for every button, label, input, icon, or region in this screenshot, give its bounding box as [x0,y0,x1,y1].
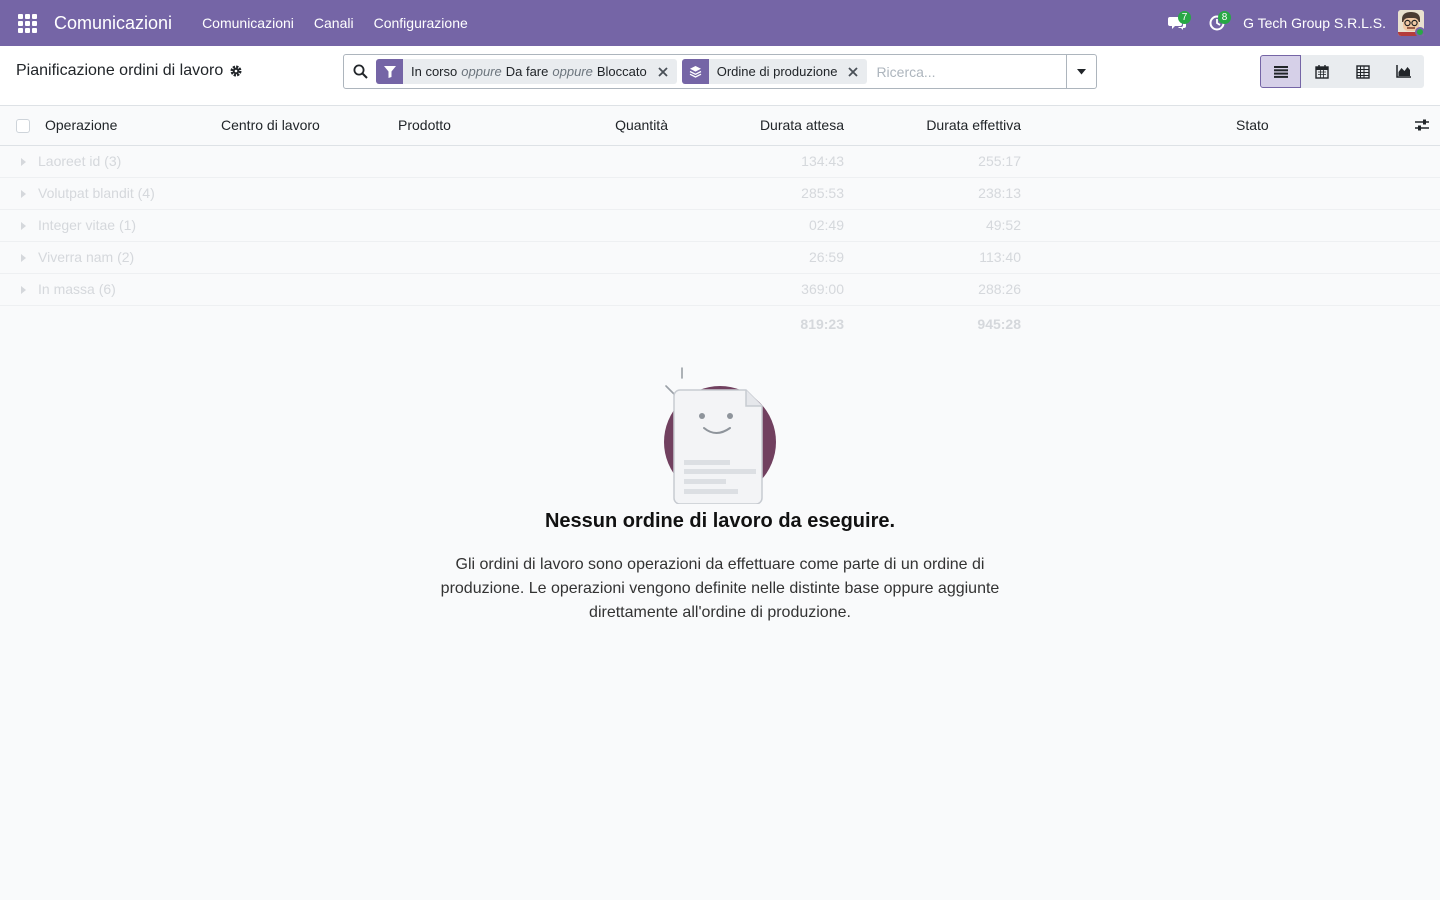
list-totals-row: 819:23 945:28 [0,306,1440,342]
search-input[interactable] [872,56,1066,87]
calendar-icon [1314,64,1329,79]
caret-right-icon [21,222,26,230]
filter-value: In corso [411,64,458,79]
messages-badge: 7 [1178,11,1192,24]
menu-item-configurazione[interactable]: Configurazione [364,15,478,31]
search-options-dropdown[interactable] [1066,55,1096,88]
apps-grid-icon [17,13,37,33]
control-panel: Pianificazione ordini di lavoro In corso… [0,46,1440,106]
menu-item-canali[interactable]: Canali [304,15,364,31]
column-centro-di-lavoro[interactable]: Centro di lavoro [221,117,320,133]
group-rows: Laoreet id (3) 134:43 255:17 Volutpat bl… [0,146,1440,306]
column-operazione[interactable]: Operazione [45,117,117,133]
page-title: Pianificazione ordini di lavoro [16,62,243,80]
online-status-icon [1415,27,1424,36]
graph-view-button[interactable] [1383,55,1424,88]
select-all-checkbox[interactable] [16,119,30,133]
filter-facet-values: In corso oppure Da fare oppure Bloccato [403,64,655,79]
empty-state-text: Gli ordini di lavoro sono operazioni da … [440,556,1000,621]
group-actual-duration: 49:52 [985,217,1021,233]
group-name: Laoreet id (3) [38,153,122,169]
layers-icon [681,59,709,84]
total-expected-duration: 819:23 [800,316,844,332]
app-switcher-button[interactable] [0,0,54,46]
filter-separator: oppure [461,64,502,79]
caret-down-icon [1077,68,1086,74]
list-view-button[interactable] [1260,55,1301,88]
group-row[interactable]: Volutpat blandit (4) 285:53 238:13 [0,178,1440,210]
pivot-icon [1355,64,1370,79]
caret-right-icon [21,190,26,198]
total-actual-duration: 945:28 [977,316,1021,332]
group-expected-duration: 02:49 [808,217,844,233]
groupby-facet: Ordine di produzione [681,59,868,84]
group-expected-duration: 134:43 [801,153,844,169]
empty-state-helper: Nessun ordine di lavoro da eseguire. Gli… [420,364,1020,625]
gear-icon[interactable] [229,64,243,78]
group-name: In massa (6) [38,281,116,297]
user-avatar[interactable] [1398,10,1424,36]
caret-right-icon [21,254,26,262]
group-actual-duration: 113:40 [979,249,1021,265]
groupby-facet-value: Ordine di produzione [716,64,838,79]
search-bar: In corso oppure Da fare oppure Bloccato Ordi… [343,54,1097,89]
app-name[interactable]: Comunicazioni [54,13,182,34]
caret-right-icon [21,286,26,294]
company-switcher[interactable]: G Tech Group S.R.L.S. [1237,15,1398,31]
column-durata-effettiva[interactable]: Durata effettiva [926,117,1021,133]
column-quantita[interactable]: Quantità [615,117,668,133]
menu-item-comunicazioni[interactable]: Comunicazioni [192,15,304,31]
filter-value: Da fare [505,64,549,79]
column-prodotto[interactable]: Prodotto [398,117,451,133]
caret-right-icon [21,158,26,166]
filter-icon [376,59,403,84]
messages-button[interactable]: 7 [1157,0,1197,46]
group-expected-duration: 369:00 [801,281,844,297]
filter-separator: oppure [552,64,593,79]
group-row[interactable]: Integer vitae (1) 02:49 49:52 [0,210,1440,242]
group-row[interactable]: In massa (6) 369:00 288:26 [0,274,1440,306]
filter-facet: In corso oppure Da fare oppure Bloccato [376,59,677,84]
group-row[interactable]: Viverra nam (2) 26:59 113:40 [0,242,1440,274]
calendar-view-button[interactable] [1301,55,1342,88]
group-row[interactable]: Laoreet id (3) 134:43 255:17 [0,146,1440,178]
top-navbar: Comunicazioni Comunicazioni Canali Confi… [0,0,1440,46]
filter-value: Bloccato [596,64,647,79]
list-header: Operazione Centro di lavoro Prodotto Qua… [0,106,1440,146]
group-actual-duration: 288:26 [978,281,1021,297]
group-name: Volutpat blandit (4) [38,185,155,201]
smiling-document-icon [660,364,780,505]
view-switcher [1260,55,1424,88]
search-icon [344,64,376,79]
activities-badge: 8 [1218,11,1232,24]
pivot-view-button[interactable] [1342,55,1383,88]
group-expected-duration: 26:59 [808,249,844,265]
optional-columns-sliders-icon[interactable] [1415,118,1429,135]
group-actual-duration: 238:13 [978,185,1021,201]
group-name: Integer vitae (1) [38,217,137,233]
graph-icon [1396,65,1411,78]
group-expected-duration: 285:53 [801,185,844,201]
remove-filter-close-icon[interactable] [655,66,677,77]
group-name: Viverra nam (2) [38,249,135,265]
remove-groupby-close-icon[interactable] [845,66,867,77]
activities-button[interactable]: 8 [1197,0,1237,46]
list-icon [1273,65,1288,78]
column-durata-attesa[interactable]: Durata attesa [760,117,844,133]
group-actual-duration: 255:17 [978,153,1021,169]
column-stato[interactable]: Stato [1236,117,1269,133]
page-title-text: Pianificazione ordini di lavoro [16,62,224,79]
empty-state-title: Nessun ordine di lavoro da eseguire. [544,510,896,532]
